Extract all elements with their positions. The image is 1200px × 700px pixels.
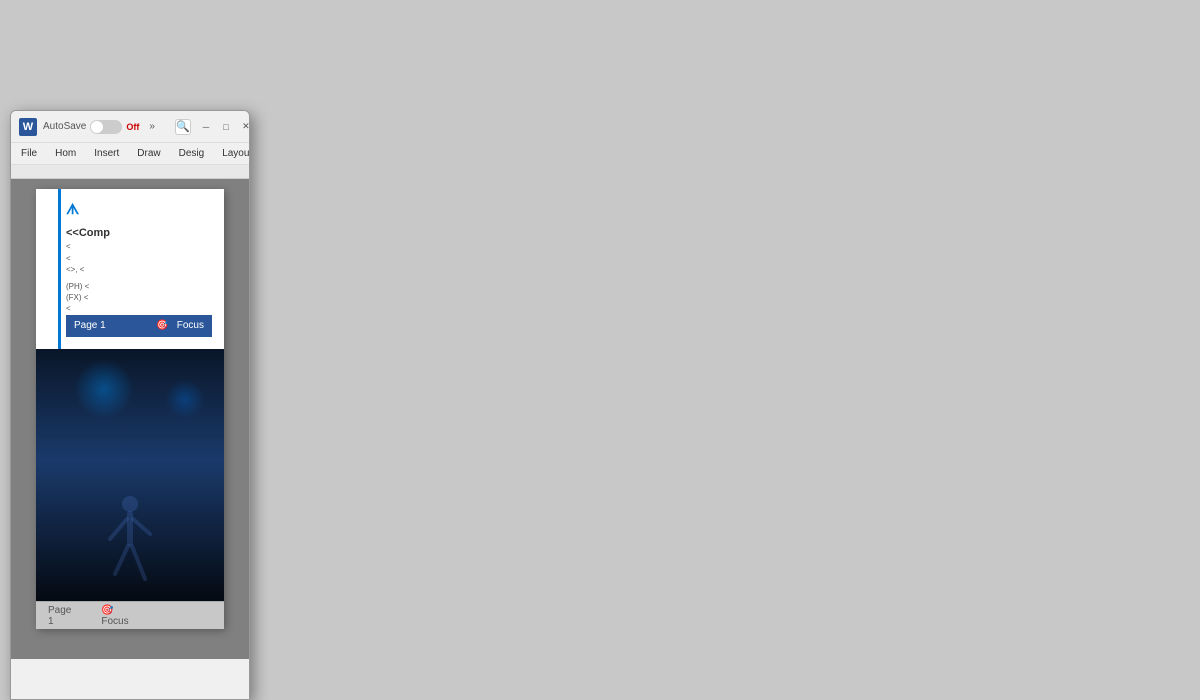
ruler-1 [11,165,249,179]
close-btn-1[interactable]: ✕ [237,118,250,136]
tab-home-1[interactable]: Hom [51,146,80,161]
tab-draw-1[interactable]: Draw [133,146,164,161]
logo-icon-1: ᗑ [66,201,79,218]
toolbar-icons-1: 🔍 [171,119,191,135]
word-window-small[interactable]: W AutoSave Off » 🔍 ─ □ ✕ File Hom Insert… [10,110,250,700]
page-content-1: ᗑ <<Comp < < <>, < (PH) < (FX) < < [54,189,224,349]
tab-file-1[interactable]: File [17,146,41,161]
tab-layout-1[interactable]: Layou [218,146,250,161]
tab-design-1[interactable]: Desig [175,146,209,161]
status-bar-1: Page 1 🎯 Focus [66,315,212,337]
page-1: ᗑ <<Comp < < <>, < (PH) < (FX) < < [36,189,224,629]
taskbar-focus-1: 🎯 Focus [101,605,128,627]
minimize-btn-1[interactable]: ─ [197,118,215,136]
title-bar-1: W AutoSave Off » 🔍 ─ □ ✕ [11,111,249,143]
taskbar-page-1: Page 1 [48,605,71,627]
powder-splash-1 [74,359,134,419]
bg-image-1 [36,349,224,629]
window-controls-1: ─ □ ✕ [197,118,250,136]
restore-btn-1[interactable]: □ [217,118,235,136]
global-taskbar: Page 1 🎯 Focus Page 1 🎯 Focus Page 1 🎯 F… [36,601,224,629]
tab-insert-1[interactable]: Insert [90,146,123,161]
search-btn-1[interactable]: 🔍 [175,119,191,135]
powder-splash-2 [165,379,205,419]
address-content-1: <<Comp < < <>, < (PH) < (FX) < < [66,226,212,337]
autosave-area-1: AutoSave Off [43,120,139,134]
autosave-toggle-1[interactable] [90,120,122,134]
document-area-1: ᗑ <<Comp < < <>, < (PH) < (FX) < < [11,179,249,659]
status-right-1: 🎯 Focus [156,319,204,333]
logo-area-1: ᗑ [66,201,212,218]
ribbon-1: File Hom Insert Draw Desig Layou Refer M… [11,143,249,165]
word-icon-1: W [19,118,37,136]
dancer-silhouette-1 [100,489,160,609]
focus-icon-1: 🎯 [156,319,168,333]
